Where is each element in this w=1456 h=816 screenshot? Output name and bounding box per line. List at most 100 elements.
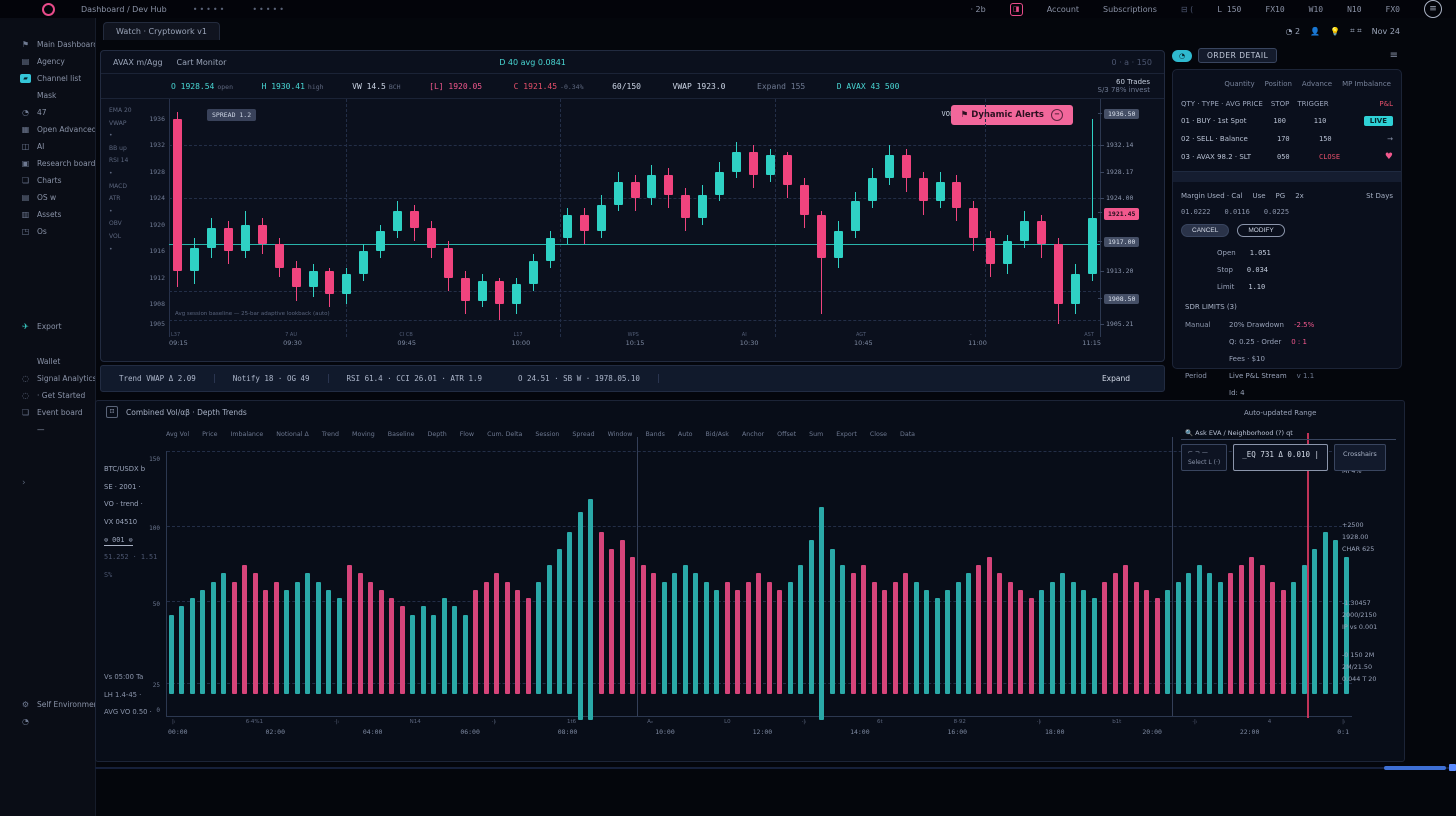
volume-bar [935, 598, 940, 694]
minor-tick-label: CI CB [399, 332, 412, 338]
sidebar-item[interactable]: ▤ OS w [0, 189, 95, 206]
grid-icon[interactable]: ⌗ ⌗ [1350, 26, 1362, 36]
legend-item[interactable]: Spread [572, 431, 594, 438]
hamburger-menu-icon[interactable]: ≡ [1424, 0, 1442, 18]
collapse-icon[interactable]: − [1051, 109, 1063, 121]
brand-logo-icon[interactable] [42, 3, 55, 16]
profile-icon[interactable]: 👤 [1310, 27, 1320, 36]
sidebar-group-bottom: ⚙ Self Environment ◔ [0, 696, 95, 730]
volume-plot[interactable] [166, 451, 1352, 717]
legend-item[interactable]: Imbalance [230, 431, 263, 438]
candlestick-plot[interactable]: SPREAD 1.2 VOL 858 ⚑ Dynamic Alerts − Av… [169, 99, 1101, 337]
breadcrumb[interactable]: Dashboard / Dev Hub [81, 5, 167, 14]
alerts-icon[interactable]: ◨ [1010, 3, 1023, 16]
margin-2x: 2x [1295, 192, 1304, 200]
sidebar-item[interactable]: ◔ 47 [0, 104, 95, 121]
minor-tick: ·|ₗ [492, 719, 497, 725]
order-stop: 050 [1277, 153, 1319, 161]
volume-bar [1144, 590, 1149, 694]
legend-item[interactable]: Anchor [742, 431, 764, 438]
ideas-icon[interactable]: 💡 [1330, 27, 1340, 36]
select-tool[interactable]: ⌐ ¬ — Select L (·) [1181, 444, 1227, 471]
legend-item[interactable]: Sum [809, 431, 823, 438]
sidebar-item[interactable]: Mask [0, 87, 95, 104]
scrollbar-thumb[interactable] [1384, 766, 1446, 770]
price-tick: 1924 [149, 194, 165, 202]
legend-item[interactable]: Cum. Delta [487, 431, 522, 438]
workspace-tab[interactable]: Watch · Cryptowork v1 [103, 22, 220, 40]
volume-y-tick: 0 [156, 707, 160, 714]
sidebar-item[interactable]: ◳ Os [0, 223, 95, 240]
dynamic-alerts-button[interactable]: ⚑ Dynamic Alerts − [951, 105, 1073, 125]
panel-icon[interactable]: ⊡ [106, 406, 118, 418]
period-rows: Period Live P&L Stream v 1.1 Id: 4 [1181, 372, 1393, 397]
order-tab[interactable]: MP Imbalance [1342, 80, 1391, 88]
order-status-badge[interactable]: LIVE [1364, 116, 1393, 126]
subscriptions-menu[interactable]: Subscriptions [1103, 5, 1157, 14]
legend-item[interactable]: Trend [322, 431, 339, 438]
sidebar-item[interactable]: Wallet [0, 353, 95, 370]
legend-item[interactable]: Flow [460, 431, 474, 438]
legend-item[interactable]: Close [870, 431, 887, 438]
search-input[interactable]: 🔍 Ask EVA / Neighborhood (?) qt [1181, 427, 1396, 440]
volume-bar [1260, 565, 1265, 694]
order-tab[interactable]: Advance [1302, 80, 1332, 88]
legend-item[interactable]: Moving [352, 431, 375, 438]
modify-button[interactable]: MODIFY [1237, 224, 1284, 237]
order-row[interactable]: 01 · BUY · 1st Spot 100 110 LIVE [1181, 116, 1393, 126]
topbar-stat: · 2b [970, 5, 985, 14]
order-detail-title[interactable]: ORDER DETAIL [1198, 48, 1277, 63]
legend-item[interactable]: Baseline [388, 431, 415, 438]
order-tab[interactable]: Quantity [1224, 80, 1254, 88]
sidebar-item[interactable]: ⚙ Self Environment [0, 696, 95, 713]
sidebar-collapse-chevron[interactable]: › [0, 478, 95, 488]
legend-item[interactable]: Depth [428, 431, 447, 438]
chart-symbol[interactable]: AVAX m/Agg [113, 58, 163, 67]
legend-item[interactable]: Data [900, 431, 915, 438]
legend-item[interactable]: Bid/Ask [706, 431, 729, 438]
order-row[interactable]: 02 · SELL · Balance 170 150 → [1181, 135, 1393, 143]
sidebar-item[interactable]: ◫ AI [0, 138, 95, 155]
legend-item[interactable]: Offset [777, 431, 796, 438]
time-tick-label: 20:00 [1142, 728, 1162, 736]
legend-item[interactable]: Export [836, 431, 857, 438]
crosshairs-button[interactable]: Crosshairs [1334, 444, 1386, 471]
stat-chip: [L] 1920.05 [429, 82, 485, 91]
legend-item[interactable]: Auto [678, 431, 693, 438]
order-status-badge[interactable]: → [1387, 135, 1393, 143]
legend-item[interactable]: Session [535, 431, 559, 438]
top-menu-bar: Dashboard / Dev Hub ••••• ••••• · 2b ◨ A… [0, 0, 1456, 18]
legend-item[interactable]: Price [202, 431, 217, 438]
sidebar-item[interactable]: ▣ Research board [0, 155, 95, 172]
chart-header-right: 0 · a · 150 [1111, 58, 1152, 67]
sidebar-item[interactable]: ◔ [0, 713, 95, 730]
order-row[interactable]: 03 · AVAX 98.2 · SLT 050 CLOSE ♥ [1181, 152, 1393, 162]
legend-item[interactable]: Notional Δ [276, 431, 309, 438]
legend-item[interactable]: Window [608, 431, 633, 438]
sidebar-item[interactable]: ◌ · Get Started [0, 387, 95, 404]
legend-item[interactable]: Bands [645, 431, 664, 438]
sidebar-item[interactable]: ❏ Event board [0, 404, 95, 421]
sidebar-item[interactable]: ▥ Assets [0, 206, 95, 223]
sidebar-item[interactable]: — [0, 421, 95, 438]
sidebar-item[interactable]: ▦ Open Advanced [0, 121, 95, 138]
cancel-button[interactable]: CANCEL [1181, 224, 1229, 237]
notifications-icon[interactable]: ◔ 2 [1286, 27, 1301, 36]
price-tick: 1908.50 [1104, 294, 1139, 304]
order-status-badge[interactable]: ♥ [1385, 152, 1393, 162]
expand-link[interactable]: Expand [1102, 374, 1130, 383]
sidebar-item[interactable]: ❏ Charts [0, 172, 95, 189]
sidebar-item[interactable]: ▰ Channel list [0, 70, 95, 87]
sidebar-item[interactable]: ▤ Agency [0, 53, 95, 70]
sidebar-item[interactable]: ⚑ Main Dashboard [0, 36, 95, 53]
time-ticks: L3709:157 AU09:30CI CB09:45L1710:00WPS10… [169, 339, 1101, 357]
sidebar-item[interactable]: ✈ Export [0, 318, 95, 335]
horizontal-scrollbar[interactable] [95, 767, 1456, 769]
order-tab[interactable]: Position [1265, 80, 1292, 88]
eq-value-box[interactable]: _EQ 731 Δ 0.010 | [1233, 444, 1328, 471]
account-menu[interactable]: Account [1047, 5, 1079, 14]
window-icon[interactable]: ⊟ ( [1181, 5, 1193, 14]
sidebar-item[interactable]: ◌ Signal Analytics [0, 370, 95, 387]
legend-item[interactable]: Avg Vol [166, 431, 189, 438]
panel-menu-icon[interactable]: ≡ [1390, 50, 1398, 61]
